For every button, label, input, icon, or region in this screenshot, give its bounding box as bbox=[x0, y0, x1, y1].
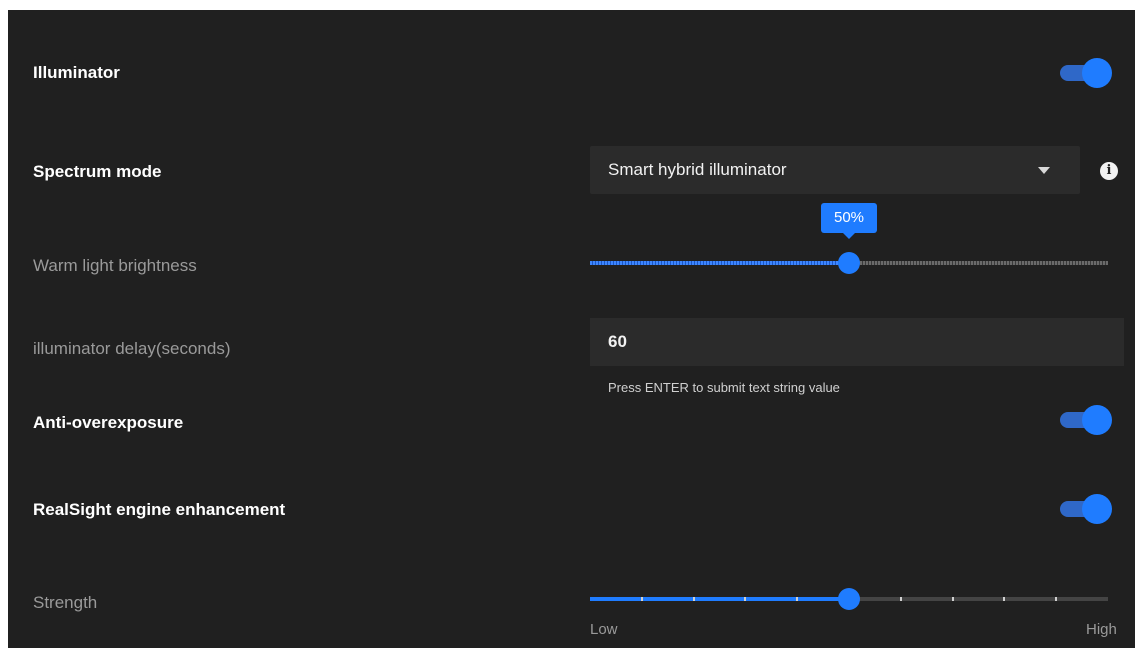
slider-thumb[interactable] bbox=[838, 588, 860, 610]
spectrum-mode-select[interactable]: Smart hybrid illuminator bbox=[590, 146, 1080, 194]
slider-tick bbox=[951, 597, 954, 601]
illuminator-toggle[interactable] bbox=[1060, 58, 1112, 88]
anti-overexposure-toggle[interactable] bbox=[1060, 405, 1112, 435]
slider-tick bbox=[692, 597, 695, 601]
slider-tick bbox=[899, 597, 902, 601]
slider-tick bbox=[1055, 597, 1058, 601]
illuminator-label: Illuminator bbox=[33, 63, 120, 82]
toggle-knob bbox=[1082, 58, 1112, 88]
spectrum-mode-label: Spectrum mode bbox=[33, 162, 162, 181]
slider-tick bbox=[744, 597, 747, 601]
slider-tick bbox=[796, 597, 799, 601]
toggle-knob bbox=[1082, 405, 1112, 435]
slider-fill bbox=[590, 597, 849, 601]
realsight-label: RealSight engine enhancement bbox=[33, 500, 286, 519]
input-hint: Press ENTER to submit text string value bbox=[608, 380, 840, 395]
anti-overexposure-label: Anti-overexposure bbox=[33, 413, 184, 432]
settings-panel: Illuminator Spectrum mode Smart hybrid i… bbox=[8, 10, 1135, 648]
warm-light-brightness-label: Warm light brightness bbox=[33, 256, 197, 275]
realsight-toggle[interactable] bbox=[1060, 494, 1112, 524]
spectrum-mode-value: Smart hybrid illuminator bbox=[608, 160, 787, 179]
strength-label: Strength bbox=[33, 593, 98, 612]
illuminator-delay-label: illuminator delay(seconds) bbox=[33, 339, 231, 358]
strength-max-label: High bbox=[1086, 621, 1117, 638]
slider-fill bbox=[590, 261, 849, 265]
brightness-value-tooltip: 50% bbox=[821, 203, 877, 239]
slider-thumb[interactable] bbox=[838, 252, 860, 274]
chevron-down-icon bbox=[1038, 167, 1050, 174]
warm-light-brightness-slider[interactable] bbox=[590, 250, 1108, 276]
slider-tick bbox=[1003, 597, 1006, 601]
slider-tick bbox=[640, 597, 643, 601]
illuminator-delay-input[interactable] bbox=[590, 318, 1124, 366]
strength-min-label: Low bbox=[590, 621, 618, 638]
strength-slider[interactable] bbox=[590, 586, 1108, 612]
info-icon[interactable]: i bbox=[1100, 162, 1118, 180]
toggle-knob bbox=[1082, 494, 1112, 524]
